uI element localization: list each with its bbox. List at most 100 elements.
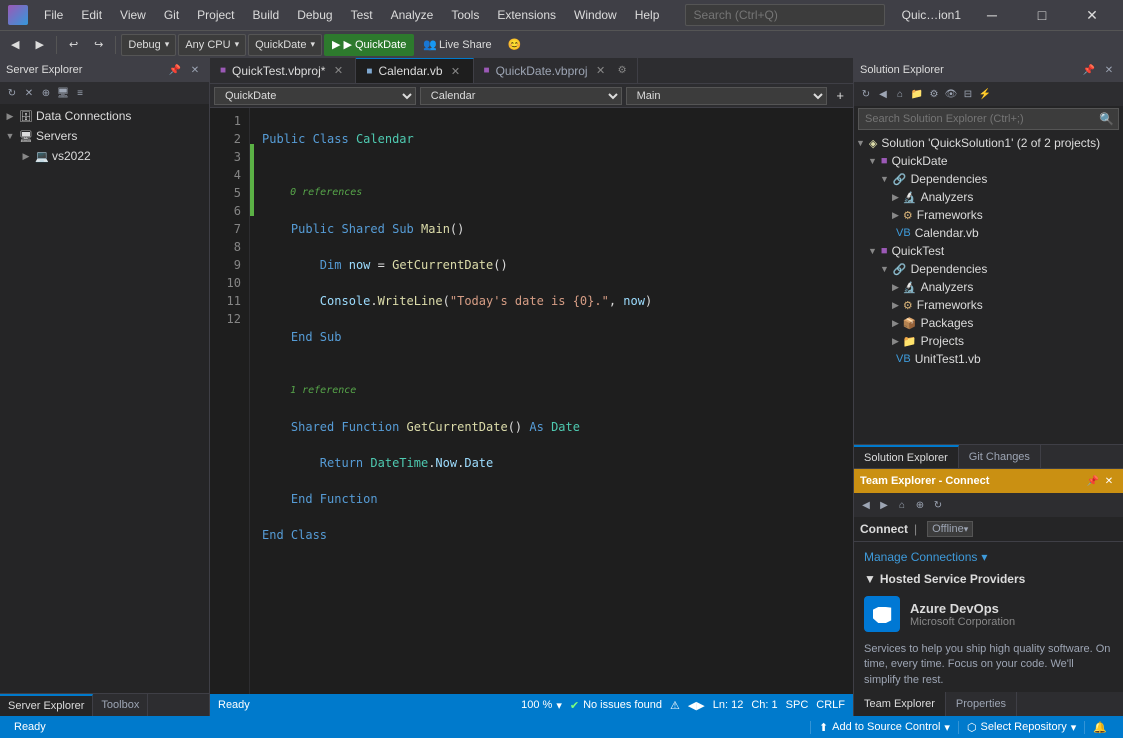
pin-icon[interactable]: 📌 <box>167 62 183 78</box>
undo-button[interactable]: ↩ <box>62 34 85 56</box>
se-item-dependencies-2[interactable]: ▼ 🔗 Dependencies <box>854 260 1123 278</box>
close-button[interactable]: ✕ <box>1069 0 1115 30</box>
tab-close-icon[interactable]: ✕ <box>594 64 608 78</box>
tab-quicktest-vbproj[interactable]: ■ QuickTest.vbproj* ✕ <box>210 58 356 83</box>
close-panel-icon[interactable]: ✕ <box>187 62 203 78</box>
menu-edit[interactable]: Edit <box>73 4 110 26</box>
tree-item-servers[interactable]: ▼ 🖥 Servers <box>0 126 209 146</box>
project-dropdown[interactable]: QuickDate ▾ <box>248 34 322 56</box>
zoom-control[interactable]: 100 % ▾ <box>521 699 562 712</box>
expand-section-arrow[interactable]: ▼ <box>864 572 876 586</box>
tree-item-data-connections[interactable]: ▶ 🗄 Data Connections <box>0 106 209 126</box>
show-files-icon[interactable]: 📁 <box>909 86 925 102</box>
menu-window[interactable]: Window <box>566 4 625 26</box>
connect-icon[interactable]: ⊕ <box>912 497 928 513</box>
feedback-button[interactable]: 😊 <box>501 34 529 56</box>
context-dropdown[interactable]: QuickDate <box>214 87 416 105</box>
tab-properties[interactable]: Properties <box>946 692 1017 716</box>
offline-status: | <box>914 522 917 536</box>
config-dropdown[interactable]: Debug ▾ <box>121 34 176 56</box>
tab-calendar-vb[interactable]: ■ Calendar.vb ✕ <box>356 58 473 83</box>
se-item-frameworks-1[interactable]: ▶ ⚙ Frameworks <box>854 206 1123 224</box>
se-item-solution[interactable]: ▼ ◈ Solution 'QuickSolution1' (2 of 2 pr… <box>854 134 1123 152</box>
maximize-button[interactable]: □ <box>1019 0 1065 30</box>
tab-close-icon[interactable]: ✕ <box>331 64 345 78</box>
tab-server-explorer[interactable]: Server Explorer <box>0 694 93 716</box>
stop-icon[interactable]: ✕ <box>21 85 37 101</box>
settings-icon[interactable]: ⚙ <box>926 86 942 102</box>
menu-git[interactable]: Git <box>156 4 187 26</box>
menu-file[interactable]: File <box>36 4 71 26</box>
solution-explorer-header: Solution Explorer 📌 ✕ <box>854 58 1123 82</box>
tab-quickdate-vbproj[interactable]: ■ QuickDate.vbproj ✕ ⚙ <box>474 58 638 83</box>
notifications-button[interactable]: 🔔 <box>1084 721 1115 734</box>
add-member-button[interactable]: + <box>831 85 849 107</box>
tree-item-vs2022[interactable]: ▶ 💻 vs2022 <box>0 146 209 166</box>
platform-dropdown[interactable]: Any CPU ▾ <box>178 34 246 56</box>
search-icon[interactable]: 🔍 <box>1095 112 1118 126</box>
se-item-dependencies-1[interactable]: ▼ 🔗 Dependencies <box>854 170 1123 188</box>
se-item-unittest-vb[interactable]: VB UnitTest1.vb <box>854 350 1123 368</box>
properties-icon[interactable]: ≡ <box>72 85 88 101</box>
code-editor[interactable]: Public Class Calendar 0 references Publi… <box>254 108 853 694</box>
minimize-button[interactable]: ─ <box>969 0 1015 30</box>
home-icon[interactable]: ⌂ <box>892 86 908 102</box>
se-item-quickdate[interactable]: ▼ ■ QuickDate <box>854 152 1123 170</box>
live-share-button[interactable]: 👥 Live Share <box>416 34 498 56</box>
settings-icon[interactable]: ⚙ <box>618 65 627 76</box>
tree-label: Servers <box>36 129 77 143</box>
tab-close-icon[interactable]: ✕ <box>449 64 463 78</box>
tab-team-explorer[interactable]: Team Explorer <box>854 692 946 716</box>
se-item-frameworks-2[interactable]: ▶ ⚙ Frameworks <box>854 296 1123 314</box>
home-icon[interactable]: ⌂ <box>894 497 910 513</box>
manage-connections-link[interactable]: Manage Connections ▾ <box>858 546 1119 568</box>
back-icon[interactable]: ◀ <box>858 497 874 513</box>
menu-build[interactable]: Build <box>245 4 288 26</box>
refresh-icon[interactable]: ↻ <box>930 497 946 513</box>
forward-icon[interactable]: ▶ <box>876 497 892 513</box>
se-item-analyzers-2[interactable]: ▶ 🔬 Analyzers <box>854 278 1123 296</box>
tab-git-changes[interactable]: Git Changes <box>959 445 1041 468</box>
filter-icon[interactable]: ⚡ <box>977 86 993 102</box>
menu-extensions[interactable]: Extensions <box>489 4 564 26</box>
se-item-analyzers-1[interactable]: ▶ 🔬 Analyzers <box>854 188 1123 206</box>
issues-indicator[interactable]: ✔ No issues found <box>570 699 662 712</box>
back-button[interactable]: ◀ <box>4 34 26 56</box>
close-panel-icon[interactable]: ✕ <box>1101 62 1117 78</box>
member-dropdown[interactable]: Main <box>626 87 828 105</box>
collapse-icon[interactable]: ⊟ <box>960 86 976 102</box>
se-item-calendar-vb[interactable]: VB Calendar.vb <box>854 224 1123 242</box>
select-repository-button[interactable]: ⬡ Select Repository ▾ <box>958 721 1084 734</box>
tab-toolbox[interactable]: Toolbox <box>93 694 148 716</box>
namespace-dropdown[interactable]: Calendar <box>420 87 622 105</box>
analyzer-icon: 🔬 <box>903 281 917 294</box>
close-panel-icon[interactable]: ✕ <box>1101 473 1117 489</box>
redo-button[interactable]: ↪ <box>87 34 110 56</box>
menu-project[interactable]: Project <box>189 4 242 26</box>
pin-icon[interactable]: 📌 <box>1081 62 1097 78</box>
add-source-control-button[interactable]: ⬆ Add to Source Control ▾ <box>810 721 958 734</box>
status-dropdown[interactable]: Offline ▾ <box>927 521 973 537</box>
add-server-icon[interactable]: 🖥 <box>55 85 71 101</box>
menu-debug[interactable]: Debug <box>289 4 340 26</box>
tab-solution-explorer[interactable]: Solution Explorer <box>854 445 959 468</box>
menu-tools[interactable]: Tools <box>443 4 487 26</box>
se-item-quicktest[interactable]: ▼ ■ QuickTest <box>854 242 1123 260</box>
menu-help[interactable]: Help <box>627 4 668 26</box>
sync-icon[interactable]: ↻ <box>858 86 874 102</box>
se-item-packages[interactable]: ▶ 📦 Packages <box>854 314 1123 332</box>
forward-button[interactable]: ▶ <box>28 34 50 56</box>
run-button[interactable]: ▶ ▶ QuickDate <box>324 34 414 56</box>
pin-icon[interactable]: 📌 <box>1085 473 1101 489</box>
global-search-input[interactable] <box>685 4 885 26</box>
refresh-icon[interactable]: ↻ <box>4 85 20 101</box>
menu-test[interactable]: Test <box>343 4 381 26</box>
preview-icon[interactable]: 👁 <box>943 86 959 102</box>
se-item-projects[interactable]: ▶ 📁 Projects <box>854 332 1123 350</box>
connect-icon[interactable]: ⊕ <box>38 85 54 101</box>
checkmark-icon: ✔ <box>570 699 579 712</box>
menu-analyze[interactable]: Analyze <box>383 4 442 26</box>
back-icon[interactable]: ◀ <box>875 86 891 102</box>
menu-view[interactable]: View <box>112 4 154 26</box>
se-search-input[interactable] <box>859 111 1095 127</box>
